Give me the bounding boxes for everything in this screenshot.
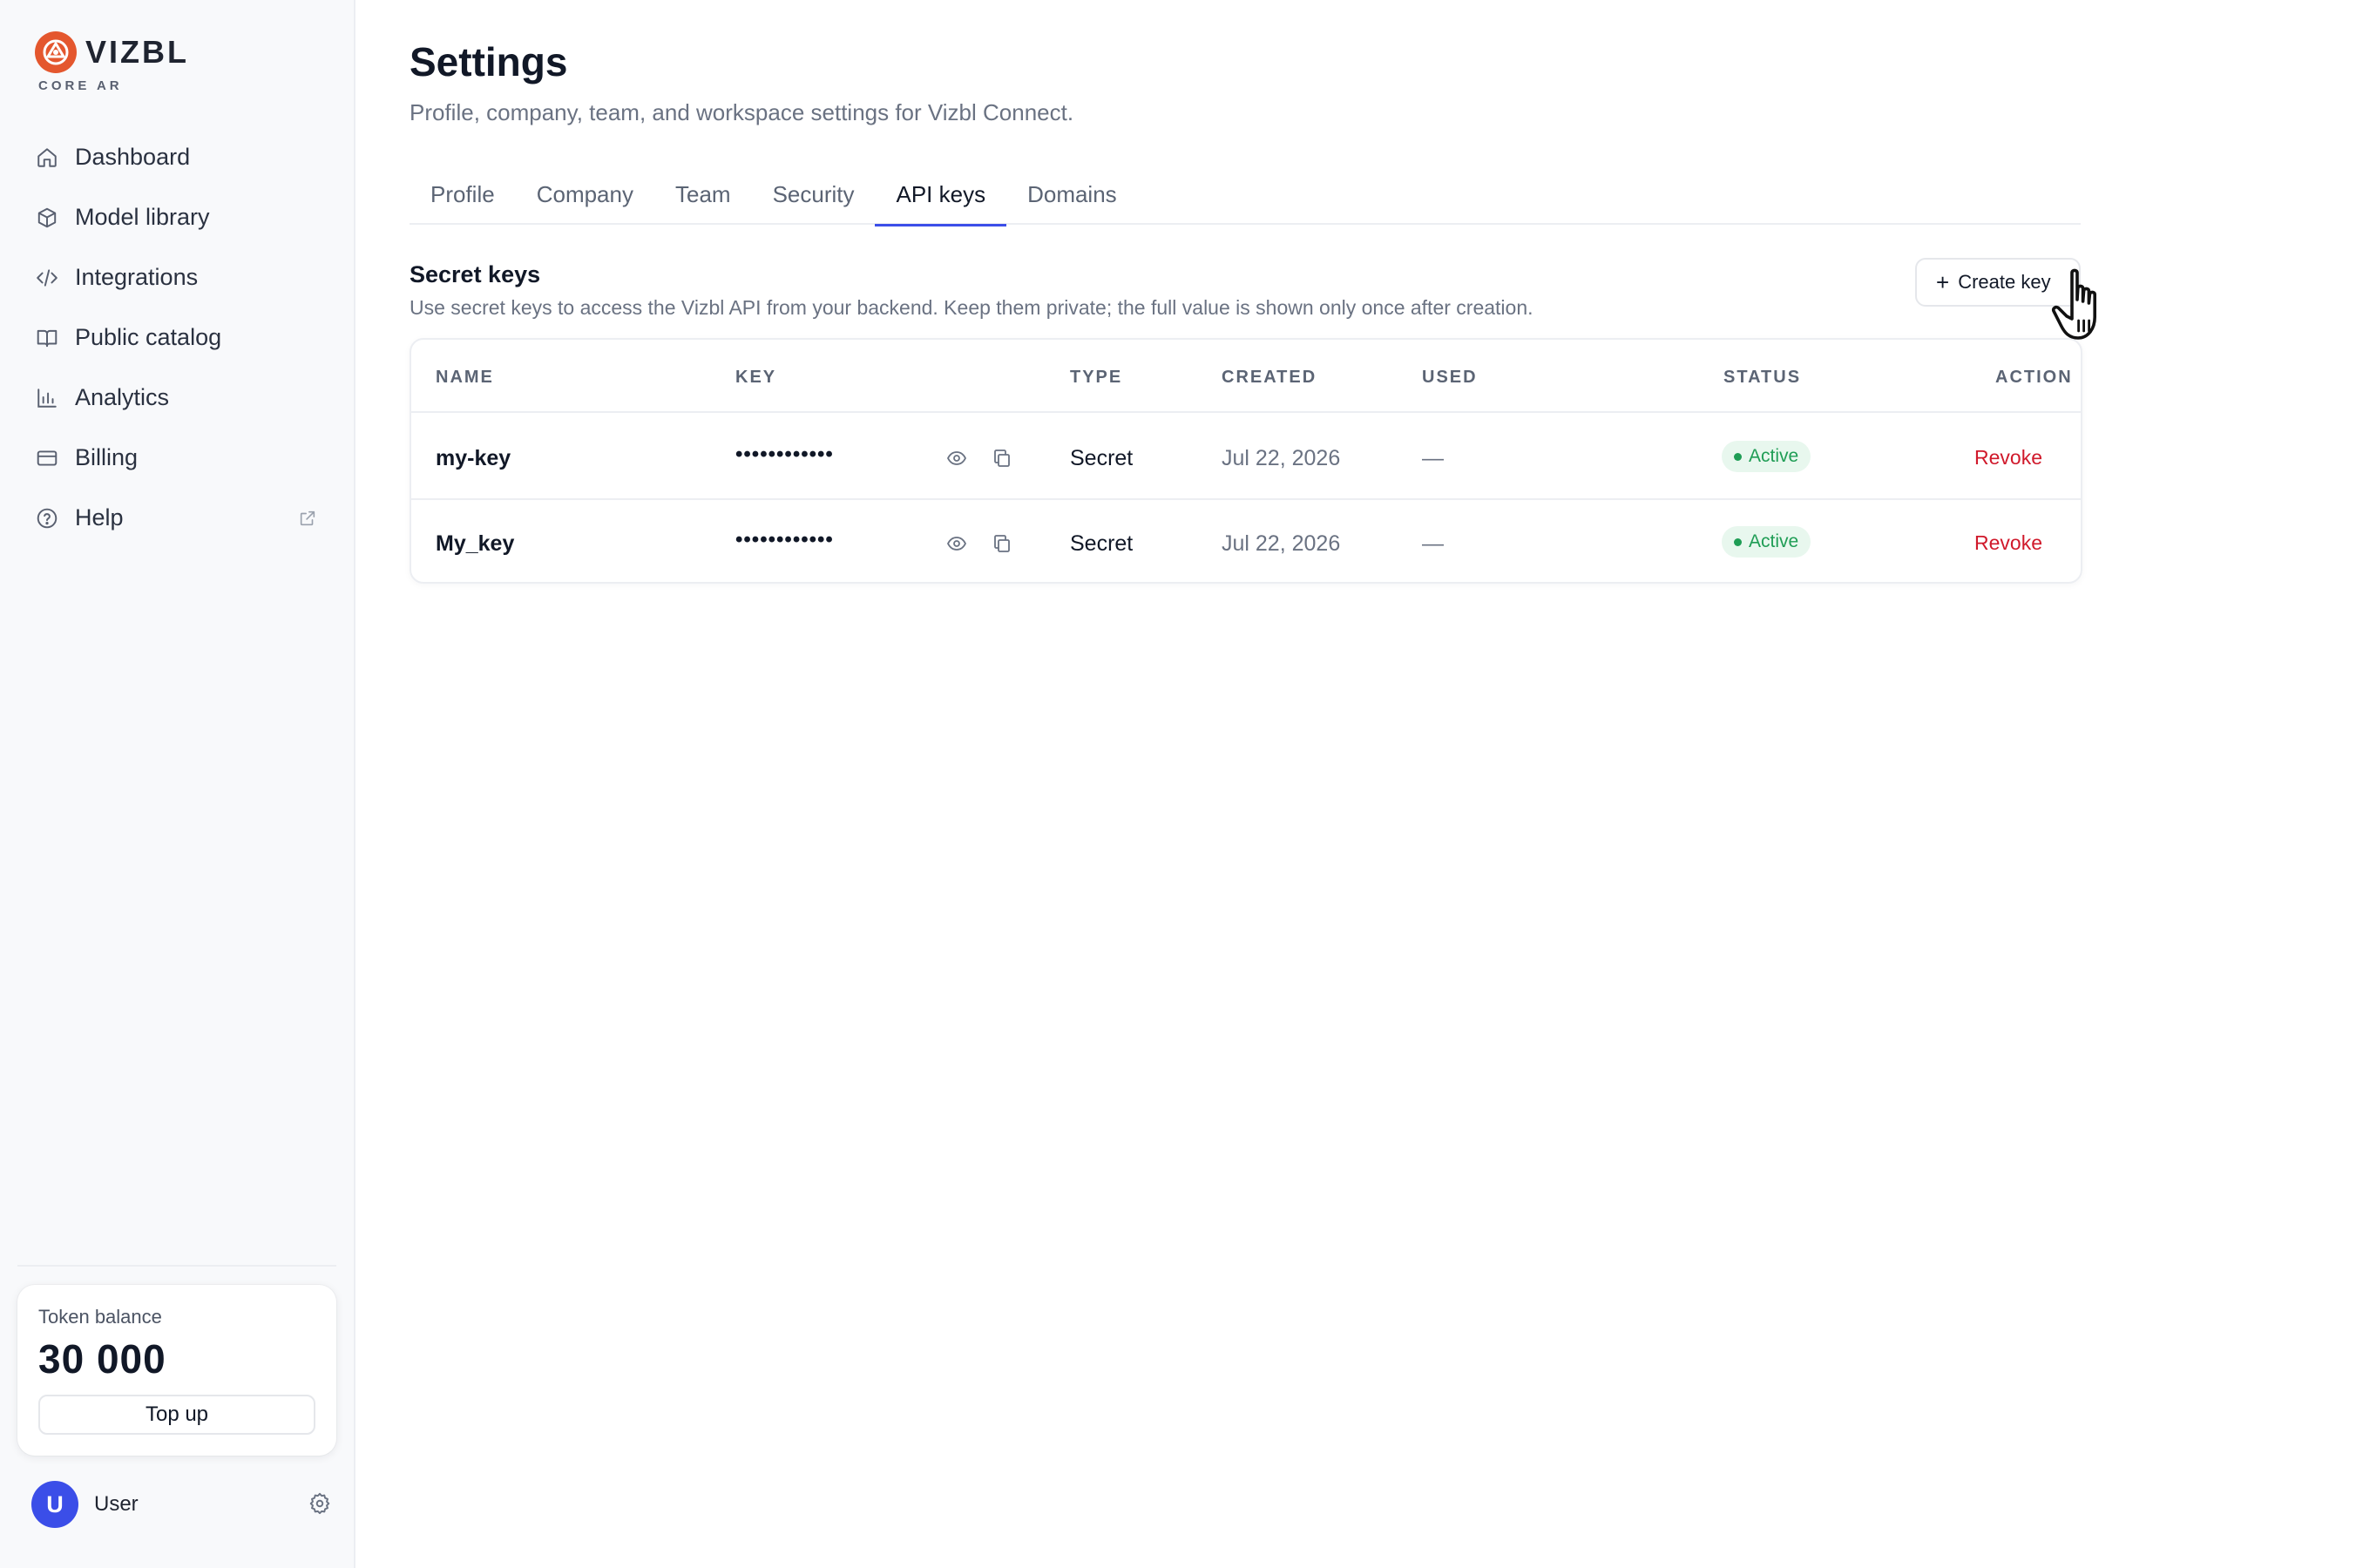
page-title: Settings <box>410 39 568 84</box>
key-used: — <box>1422 446 1444 470</box>
vizbl-logo-icon <box>35 31 77 73</box>
eye-icon[interactable] <box>944 446 969 470</box>
user-profile[interactable]: U User <box>31 1481 330 1528</box>
tab-company[interactable]: Company <box>516 166 654 225</box>
token-balance-value: 30 000 <box>38 1336 166 1382</box>
tab-profile[interactable]: Profile <box>410 166 516 225</box>
sidebar-item-label: Model library <box>75 204 210 230</box>
bar-chart-icon <box>35 386 59 410</box>
tab-team[interactable]: Team <box>654 166 752 225</box>
table-row: My_key •••••••••••• Secret Jul 22, 2026 … <box>411 500 2081 585</box>
sidebar-item-billing[interactable]: Billing <box>0 428 355 488</box>
masked-key: •••••••••••• <box>735 528 834 551</box>
help-circle-icon <box>35 506 59 531</box>
key-used: — <box>1422 531 1444 556</box>
key-created: Jul 22, 2026 <box>1222 446 1341 470</box>
api-keys-table: NAME KEY TYPE CREATED USED STATUS ACTION… <box>410 338 2082 584</box>
table-header: NAME KEY TYPE CREATED USED STATUS ACTION <box>411 340 2081 413</box>
column-header-status: STATUS <box>1723 368 1802 387</box>
eye-icon[interactable] <box>944 531 969 556</box>
create-key-label: Create key <box>1958 271 2051 293</box>
sidebar-item-model-library[interactable]: Model library <box>0 187 355 247</box>
status-label: Active <box>1749 531 1799 551</box>
cube-icon <box>35 206 59 230</box>
token-balance-card: Token balance 30 000 Top up <box>17 1285 336 1456</box>
sidebar-item-help[interactable]: Help <box>0 488 355 548</box>
column-header-name: NAME <box>436 368 494 387</box>
status-badge: Active <box>1722 441 1811 472</box>
sidebar-item-label: Dashboard <box>75 144 191 170</box>
sidebar-nav: Dashboard Model library Integrations Pub… <box>0 127 355 548</box>
home-icon <box>35 145 59 170</box>
sidebar-item-integrations[interactable]: Integrations <box>0 247 355 308</box>
column-header-key: KEY <box>735 368 777 387</box>
brand-subtitle: CORE AR <box>38 78 123 93</box>
top-up-button[interactable]: Top up <box>38 1395 315 1435</box>
settings-tabs: Profile Company Team Security API keys D… <box>410 166 2081 226</box>
key-created: Jul 22, 2026 <box>1222 531 1341 556</box>
sidebar-item-label: Billing <box>75 444 139 470</box>
section-description: Use secret keys to access the Vizbl API … <box>410 296 1533 319</box>
sidebar: VIZBL CORE AR Dashboard Model library In… <box>0 0 355 1568</box>
tab-security[interactable]: Security <box>752 166 876 225</box>
plus-icon: + <box>1936 268 1950 295</box>
book-icon <box>35 326 59 350</box>
column-header-action: ACTION <box>1995 368 2073 387</box>
status-dot <box>1734 537 1742 546</box>
sidebar-item-dashboard[interactable]: Dashboard <box>0 127 355 187</box>
table-row: my-key •••••••••••• Secret Jul 22, 2026 … <box>411 415 2081 500</box>
gear-icon[interactable] <box>308 1492 333 1517</box>
key-name: my-key <box>436 446 511 470</box>
sidebar-item-label: Integrations <box>75 264 199 290</box>
brand[interactable]: VIZBL CORE AR <box>35 31 189 93</box>
key-type: Secret <box>1070 446 1134 470</box>
section-title: Secret keys <box>410 261 541 287</box>
masked-key: •••••••••••• <box>735 443 834 466</box>
status-dot <box>1734 452 1742 461</box>
sidebar-item-analytics[interactable]: Analytics <box>0 368 355 428</box>
tab-domains[interactable]: Domains <box>1006 166 1138 225</box>
copy-icon[interactable] <box>990 531 1014 556</box>
external-link-icon <box>298 507 319 528</box>
status-label: Active <box>1749 446 1799 466</box>
status-badge: Active <box>1722 526 1811 558</box>
key-type: Secret <box>1070 531 1134 556</box>
sidebar-item-label: Analytics <box>75 384 170 410</box>
sidebar-item-label: Public catalog <box>75 324 222 350</box>
revoke-button[interactable]: Revoke <box>1974 531 2042 555</box>
copy-icon[interactable] <box>990 446 1014 470</box>
avatar: U <box>31 1481 78 1528</box>
user-name: User <box>94 1492 139 1516</box>
brand-name: VIZBL <box>85 34 189 70</box>
credit-card-icon <box>35 446 59 470</box>
column-header-used: USED <box>1422 368 1478 387</box>
revoke-button[interactable]: Revoke <box>1974 446 2042 470</box>
sidebar-divider <box>17 1265 336 1267</box>
tab-api-keys[interactable]: API keys <box>875 166 1006 226</box>
column-header-type: TYPE <box>1070 368 1123 387</box>
code-icon <box>35 266 59 290</box>
key-name: My_key <box>436 531 515 556</box>
sidebar-item-public-catalog[interactable]: Public catalog <box>0 308 355 368</box>
token-balance-label: Token balance <box>38 1306 162 1328</box>
column-header-created: CREATED <box>1222 368 1317 387</box>
sidebar-item-label: Help <box>75 504 124 531</box>
page-subtitle: Profile, company, team, and workspace se… <box>410 99 1074 125</box>
create-key-button[interactable]: + Create key <box>1915 258 2081 307</box>
